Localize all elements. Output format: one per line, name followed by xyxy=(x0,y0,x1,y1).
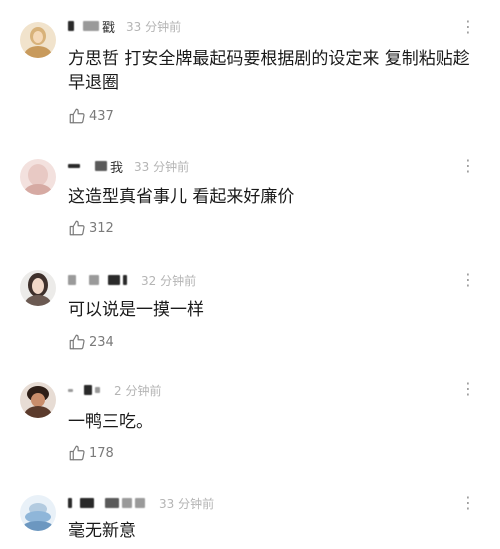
username[interactable]: 2 分钟前 xyxy=(68,381,161,399)
more-options-icon[interactable]: ⋮ xyxy=(460,19,477,35)
like-count: 178 xyxy=(89,445,114,461)
comment-time: 2 分钟前 xyxy=(114,383,162,398)
username[interactable]: 我 33 分钟前 xyxy=(68,157,190,176)
like-button[interactable]: 437 xyxy=(68,106,114,126)
comment-time: 33 分钟前 xyxy=(126,19,182,34)
like-count: 234 xyxy=(89,334,114,350)
username-tail: 我 xyxy=(110,160,124,176)
comment-time: 33 分钟前 xyxy=(134,159,190,174)
like-count: 437 xyxy=(89,108,114,124)
comment-text: 可以说是一摸一样 xyxy=(68,300,204,320)
thumbs-up-icon xyxy=(69,445,85,461)
avatar[interactable] xyxy=(20,270,56,306)
username[interactable]: 33 分钟前 xyxy=(68,494,214,512)
thumbs-up-icon xyxy=(69,108,85,124)
comment-text: 方思哲 打安全牌最起码要根据剧的设定来 复制粘贴趁早退圈 xyxy=(68,49,470,93)
like-count: 312 xyxy=(89,220,114,236)
more-options-icon[interactable]: ⋮ xyxy=(460,158,477,174)
avatar[interactable] xyxy=(20,22,56,58)
avatar[interactable] xyxy=(20,495,56,531)
like-button[interactable]: 178 xyxy=(68,443,114,463)
more-options-icon[interactable]: ⋮ xyxy=(460,495,477,511)
username[interactable]: 戳 33 分钟前 xyxy=(68,17,182,36)
username[interactable]: 32 分钟前 xyxy=(68,271,196,289)
thumbs-up-icon xyxy=(69,220,85,236)
thumbs-up-icon xyxy=(69,334,85,350)
comment-text: 毫无新意 xyxy=(68,521,136,541)
like-button[interactable]: 234 xyxy=(68,332,114,352)
comment-text: 这造型真省事儿 看起来好廉价 xyxy=(68,187,295,207)
like-button[interactable]: 312 xyxy=(68,218,114,238)
comment-time: 32 分钟前 xyxy=(141,273,197,288)
avatar[interactable] xyxy=(20,159,56,195)
username-tail: 戳 xyxy=(102,20,116,36)
more-options-icon[interactable]: ⋮ xyxy=(460,381,477,397)
avatar[interactable] xyxy=(20,382,56,418)
comment-time: 33 分钟前 xyxy=(159,496,215,511)
more-options-icon[interactable]: ⋮ xyxy=(460,272,477,288)
comment-text: 一鸭三吃。 xyxy=(68,412,153,432)
